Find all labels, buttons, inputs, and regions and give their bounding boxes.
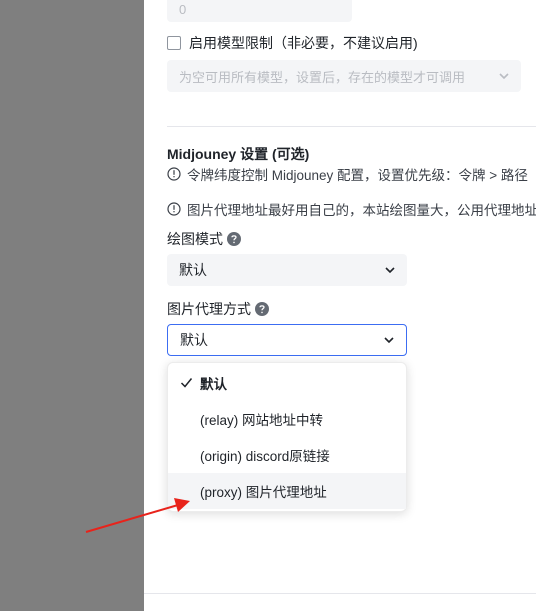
red-arrow-annotation	[85, 498, 190, 533]
